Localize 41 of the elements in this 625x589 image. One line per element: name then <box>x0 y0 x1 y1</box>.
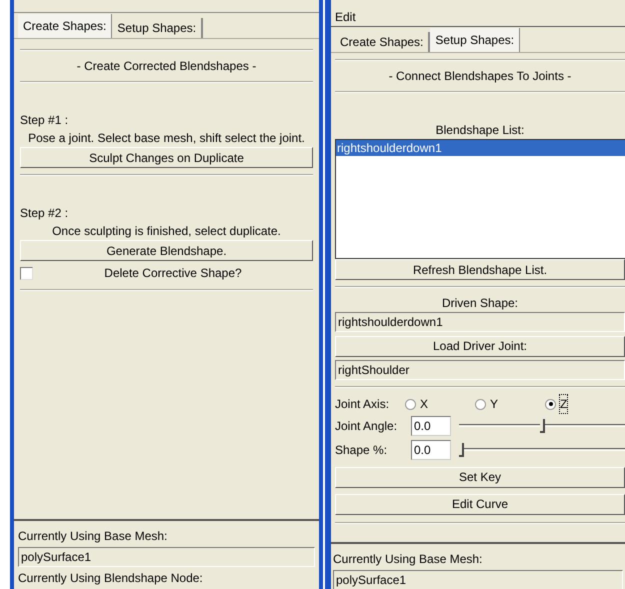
joint-axis-label: Joint Axis: <box>335 396 390 413</box>
step-label: Step #2 : <box>20 205 70 222</box>
list-item[interactable]: rightshoulderdown1 <box>336 140 625 156</box>
list-label: Blendshape List: <box>434 122 526 139</box>
radio-label: Y <box>490 396 498 413</box>
radio-label: Z <box>560 395 568 413</box>
step-instruction: Once sculpting is finished, select duplicate. <box>51 223 282 240</box>
text-field[interactable]: rightshoulderdown1 <box>335 312 625 332</box>
refresh-button[interactable]: Refresh Blendshape List. <box>335 259 625 280</box>
slider-label: Joint Angle: <box>335 418 398 435</box>
menu-item[interactable]: Edit <box>335 8 356 26</box>
slider-label: Shape %: <box>335 442 388 459</box>
action-button[interactable]: Edit Curve <box>335 494 625 514</box>
section-heading: - Create Corrected Blendshapes - <box>76 58 258 75</box>
radio-label: X <box>420 396 428 413</box>
base-mesh-label: Currently Using Base Mesh: <box>333 551 484 568</box>
action-button[interactable]: Set Key <box>335 466 625 488</box>
number-field[interactable]: 0.0 <box>411 416 451 436</box>
checkbox-label: Delete Corrective Shape? <box>103 265 243 282</box>
step-label: Step #1 : <box>20 112 70 129</box>
number-field[interactable]: 0.0 <box>411 440 451 460</box>
driven-shape-label: Driven Shape: <box>440 295 520 312</box>
checkbox[interactable] <box>20 266 33 280</box>
slider-track[interactable] <box>459 418 625 434</box>
tab[interactable]: Setup Shapes: <box>430 28 520 52</box>
tab[interactable]: Create Shapes: <box>18 14 112 38</box>
section-heading: - Connect Blendshapes To Joints - <box>388 68 572 85</box>
radio-button[interactable] <box>475 398 486 410</box>
load-driver-button[interactable]: Load Driver Joint: <box>335 336 625 356</box>
slider-thumb[interactable] <box>459 443 464 457</box>
text-field[interactable]: polySurface1 <box>18 547 315 567</box>
radio-button[interactable] <box>405 398 416 410</box>
text-field[interactable]: rightShoulder <box>335 360 625 380</box>
action-button[interactable]: Generate Blendshape. <box>20 240 313 261</box>
step-instruction: Pose a joint. Select base mesh, shift select the joint. <box>27 130 306 147</box>
action-button[interactable]: Sculpt Changes on Duplicate <box>20 147 313 168</box>
radio-button[interactable] <box>545 398 556 410</box>
slider-track[interactable] <box>459 442 625 458</box>
node-label: Currently Using Blendshape Node: <box>18 570 204 587</box>
text-field[interactable]: polySurface1 <box>333 570 623 589</box>
base-mesh-label: Currently Using Base Mesh: <box>18 528 168 545</box>
